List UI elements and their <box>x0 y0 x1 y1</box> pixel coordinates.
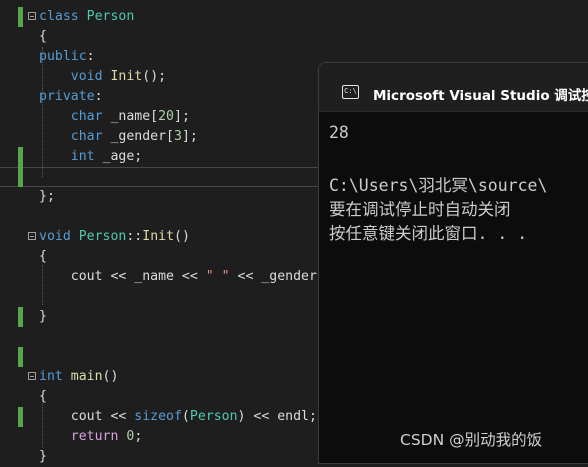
code-text: { <box>39 247 47 267</box>
code-text: private: <box>39 87 103 107</box>
collapse-icon[interactable] <box>28 372 36 380</box>
code-token: int <box>70 149 95 164</box>
code-line[interactable]: { <box>0 27 588 47</box>
code-token: Person <box>189 409 238 424</box>
code-token: _age; <box>94 149 143 164</box>
code-token: int <box>39 369 63 384</box>
code-token: Person <box>78 229 127 244</box>
code-token: << _gender <box>229 269 317 284</box>
code-token: cout << <box>39 409 135 424</box>
code-token: ]; <box>181 129 198 144</box>
code-token: char <box>70 129 103 144</box>
code-text: } <box>39 447 47 467</box>
code-text: void Person::Init() <box>39 227 190 247</box>
console-title-bar[interactable]: C:\ Microsoft Visual Studio 调试控 <box>319 63 588 112</box>
code-token: ]; <box>174 109 190 124</box>
code-text: return 0; <box>39 427 143 447</box>
collapse-icon[interactable] <box>28 12 36 20</box>
code-token: class <box>39 9 79 24</box>
code-token: private <box>39 89 95 104</box>
code-token: }; <box>39 189 55 204</box>
code-token: } <box>39 309 47 324</box>
change-indicator <box>18 7 23 27</box>
change-indicator <box>18 167 23 187</box>
code-text: }; <box>39 187 55 207</box>
code-token: ; <box>134 429 143 444</box>
code-token: () <box>102 369 119 384</box>
indent-guide <box>42 403 43 448</box>
console-title: Microsoft Visual Studio 调试控 <box>373 88 588 104</box>
code-token: return <box>70 429 119 444</box>
code-token: _name[ <box>102 109 159 124</box>
code-token: { <box>39 29 47 44</box>
code-token: void <box>39 229 71 244</box>
code-token: void <box>70 69 103 84</box>
indent-guide <box>42 47 43 177</box>
indent-guide <box>42 265 43 305</box>
code-token: :: <box>126 229 143 244</box>
code-text: int _age; <box>39 147 142 167</box>
console-window-icon: C:\ <box>342 85 359 99</box>
change-indicator <box>18 147 23 167</box>
watermark: CSDN @别动我的饭 <box>400 431 543 449</box>
code-token: : <box>86 49 95 64</box>
collapse-icon[interactable] <box>28 232 36 240</box>
debug-console-window[interactable]: C:\ Microsoft Visual Studio 调试控 28 C:\Us… <box>318 62 588 464</box>
code-text: class Person <box>39 7 134 27</box>
code-token: 3 <box>174 129 182 144</box>
code-token: () <box>174 229 190 244</box>
code-token: 20 <box>158 109 174 124</box>
code-text: cout << _name << " " << _gender <box>39 267 317 287</box>
code-token: char <box>70 109 103 124</box>
code-token: ( <box>181 409 190 424</box>
code-text: char _name[20]; <box>39 107 190 127</box>
change-indicator <box>18 407 23 427</box>
code-text: char _gender[3]; <box>39 127 198 147</box>
code-text: int main() <box>39 367 118 387</box>
console-output-line: 28 <box>329 123 349 142</box>
code-line[interactable]: class Person <box>0 7 588 27</box>
code-text: void Init(); <box>39 67 166 87</box>
code-token: (); <box>142 69 167 84</box>
console-output-line: 按任意键关闭此窗口. . . <box>329 224 528 243</box>
code-token: } <box>39 449 47 464</box>
code-token: main <box>70 369 103 384</box>
code-text: { <box>39 27 47 47</box>
code-text: } <box>39 307 47 327</box>
code-token: cout << _name << <box>39 269 206 284</box>
change-indicator <box>18 347 23 367</box>
code-token: Init <box>110 69 143 84</box>
console-output-line: C:\Users\羽北冥\source\ <box>329 176 548 195</box>
code-token: ) << endl; <box>237 409 317 424</box>
code-token: { <box>39 249 47 264</box>
code-token: sizeof <box>134 409 182 424</box>
code-text: cout << sizeof(Person) << endl; <box>39 407 317 427</box>
code-token: Person <box>86 9 135 24</box>
code-token: { <box>39 389 47 404</box>
change-indicator <box>18 307 23 327</box>
console-output-line: 要在调试停止时自动关闭 <box>329 200 511 219</box>
code-token: public <box>39 49 87 64</box>
code-token: Init <box>142 229 175 244</box>
code-text: public: <box>39 47 95 67</box>
code-token: : <box>94 89 103 104</box>
code-token: " " <box>205 269 230 284</box>
code-token: _gender[ <box>102 129 174 144</box>
